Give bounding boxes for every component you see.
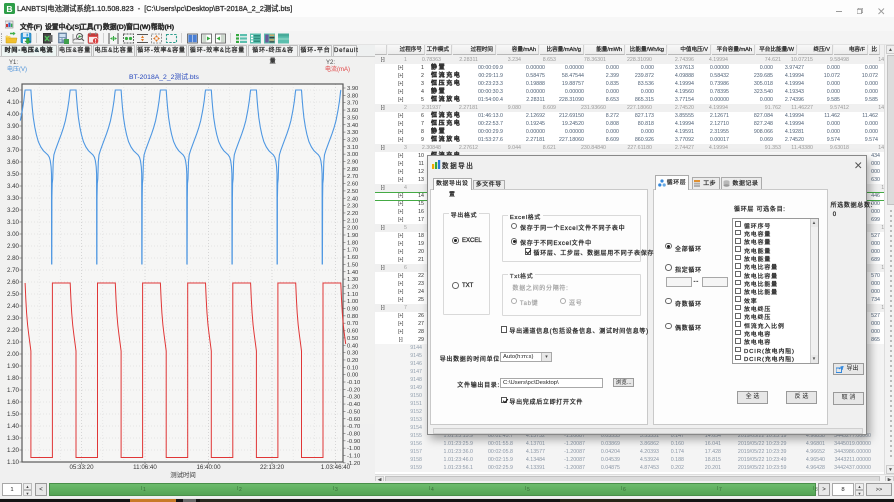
svg-text:2.10: 2.10 [347,218,358,224]
svg-text:3.20: 3.20 [347,137,358,143]
svg-text:2.40: 2.40 [7,303,20,310]
svg-text:-0.20: -0.20 [347,387,360,393]
svg-text:1.40: 1.40 [7,423,20,430]
svg-text:2.00: 2.00 [347,226,358,232]
svg-text:-0.30: -0.30 [347,395,360,401]
svg-text:0.30: 0.30 [347,351,358,357]
svg-text:2.20: 2.20 [7,327,20,334]
svg-text:0.70: 0.70 [347,321,358,327]
svg-text:4.20: 4.20 [7,87,20,94]
svg-text:2.70: 2.70 [7,267,20,274]
svg-text:3.80: 3.80 [7,135,20,142]
svg-text:3.00: 3.00 [7,231,20,238]
svg-text:1.10: 1.10 [347,292,358,298]
svg-text:1.20: 1.20 [7,447,20,454]
svg-text:1.00: 1.00 [347,299,358,305]
svg-text:-0.50: -0.50 [347,409,360,415]
svg-text:1.60: 1.60 [347,255,358,261]
svg-text:1.60: 1.60 [7,399,20,406]
svg-text:2.30: 2.30 [7,315,20,322]
svg-text:1.50: 1.50 [347,262,358,268]
svg-text:Y1:: Y1: [9,60,18,66]
svg-text:16:40:00: 16:40:00 [196,464,221,471]
svg-text:0.40: 0.40 [347,343,358,349]
svg-text:-0.80: -0.80 [347,431,360,437]
svg-text:-0.60: -0.60 [347,417,360,423]
svg-text:3.10: 3.10 [7,219,20,226]
svg-text:2.00: 2.00 [7,351,20,358]
svg-text:0.50: 0.50 [347,336,358,342]
svg-text:0.10: 0.10 [347,365,358,371]
svg-text:B: B [6,4,12,14]
svg-text:测试时间: 测试时间 [170,470,196,479]
svg-text:2.80: 2.80 [347,167,358,173]
svg-text:3.30: 3.30 [7,195,20,202]
svg-text:2.70: 2.70 [347,174,358,180]
svg-text:1.20: 1.20 [347,284,358,290]
svg-text:2.90: 2.90 [7,243,20,250]
svg-text:3.80: 3.80 [347,93,358,99]
svg-text:!: ! [95,39,97,45]
svg-text:-0.70: -0.70 [347,424,360,430]
svg-text:1.70: 1.70 [7,387,20,394]
svg-text:2.60: 2.60 [347,182,358,188]
svg-text:1.80: 1.80 [347,240,358,246]
svg-text:3.30: 3.30 [347,130,358,136]
svg-text:-1.10: -1.10 [347,454,360,460]
svg-text:22:13:20: 22:13:20 [260,464,285,471]
svg-text:1.80: 1.80 [7,375,20,382]
svg-text:1.40: 1.40 [347,270,358,276]
svg-text:2.60: 2.60 [7,279,20,286]
svg-text:1.30: 1.30 [347,277,358,283]
svg-text:2.50: 2.50 [347,189,358,195]
svg-text:0.90: 0.90 [347,307,358,313]
svg-text:3.40: 3.40 [347,123,358,129]
svg-text:-1.00: -1.00 [347,446,360,452]
svg-text:电流(mA): 电流(mA) [325,65,350,73]
svg-text:0.80: 0.80 [347,314,358,320]
svg-text:2.20: 2.20 [347,211,358,217]
svg-text:2.50: 2.50 [7,291,20,298]
svg-text:3.70: 3.70 [347,101,358,107]
svg-text:2.30: 2.30 [347,204,358,210]
svg-text:3.10: 3.10 [347,145,358,151]
svg-text:3.60: 3.60 [7,159,20,166]
svg-text:-0.40: -0.40 [347,402,360,408]
svg-text:0.00: 0.00 [347,373,358,379]
svg-text:3.70: 3.70 [7,147,20,154]
svg-text:1.90: 1.90 [7,363,20,370]
svg-text:3.90: 3.90 [347,86,358,92]
svg-text:3.20: 3.20 [7,207,20,214]
svg-text:3.90: 3.90 [7,123,20,130]
svg-text:2.10: 2.10 [7,339,20,346]
svg-text:2.90: 2.90 [347,160,358,166]
svg-text:1.70: 1.70 [347,248,358,254]
svg-text:3.60: 3.60 [347,108,358,114]
svg-text:4.00: 4.00 [7,111,20,118]
svg-text:1.90: 1.90 [347,233,358,239]
svg-text:BT-2018A_2_2测试.bts: BT-2018A_2_2测试.bts [129,72,199,81]
svg-text:11:06:40: 11:06:40 [133,464,157,471]
svg-text:2.80: 2.80 [7,255,20,262]
svg-text:05:33:20: 05:33:20 [69,464,94,471]
svg-text:3.40: 3.40 [7,183,20,190]
svg-text:0.20: 0.20 [347,358,358,364]
svg-text:0.60: 0.60 [347,329,358,335]
svg-text:-0.10: -0.10 [347,380,360,386]
svg-text:3.00: 3.00 [347,152,358,158]
svg-text:3.50: 3.50 [7,171,20,178]
svg-text:1.30: 1.30 [7,435,20,442]
svg-text:4.10: 4.10 [7,99,20,106]
svg-text:电压(V): 电压(V) [7,65,27,73]
svg-text:3.50: 3.50 [347,115,358,121]
svg-text:1.03:46:40: 1.03:46:40 [321,464,351,471]
svg-text:Y2:: Y2: [326,60,335,66]
svg-text:1.50: 1.50 [7,411,20,418]
svg-text:1.10: 1.10 [7,459,20,466]
svg-text:2.40: 2.40 [347,196,358,202]
svg-text:-0.90: -0.90 [347,439,360,445]
